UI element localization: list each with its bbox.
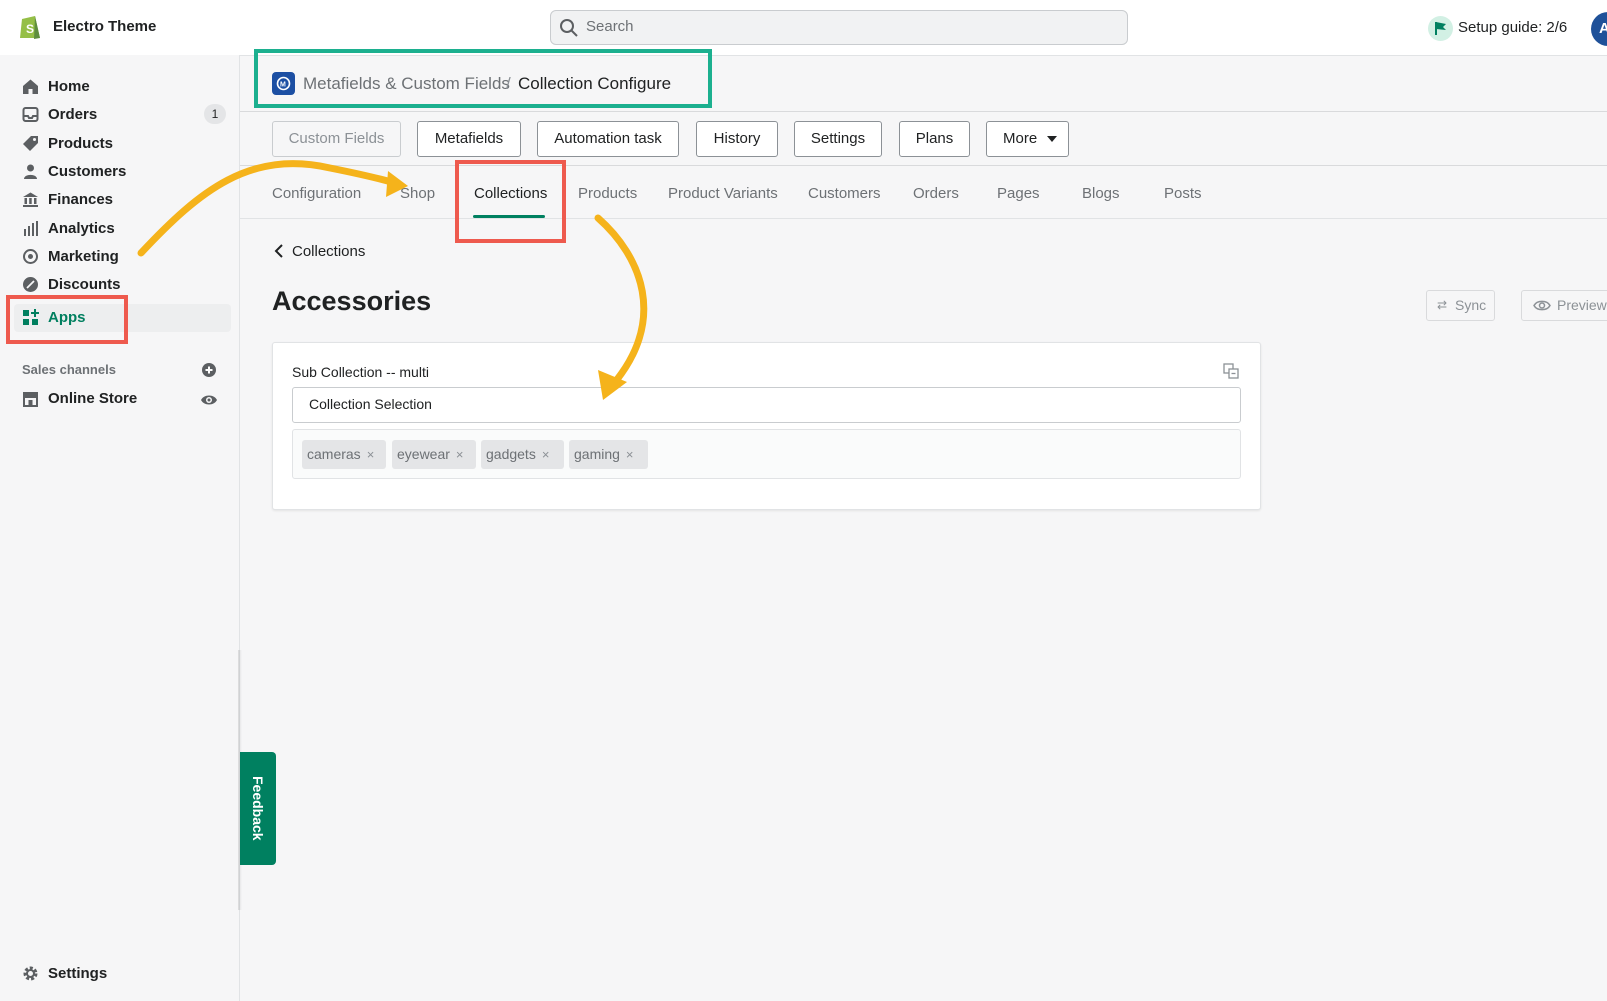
tag-remove-icon[interactable]: ×: [626, 447, 634, 462]
sync-label: Sync: [1455, 297, 1487, 313]
back-link[interactable]: Collections: [292, 243, 365, 260]
tag-chip: gadgets ×: [481, 440, 564, 469]
store-name[interactable]: Electro Theme: [53, 18, 156, 35]
preview-label: Preview: [1557, 297, 1607, 313]
sidebar-item-finances[interactable]: Finances: [48, 191, 113, 208]
search-placeholder: Search: [586, 18, 634, 35]
page-title: Accessories: [272, 286, 432, 316]
apps-highlight-box: [6, 295, 128, 344]
sidebar-item-products[interactable]: Products: [48, 135, 113, 152]
tag-icon: [22, 135, 39, 152]
search-icon: [559, 18, 579, 38]
collection-selection-input[interactable]: [292, 387, 1241, 423]
orders-count-badge: 1: [204, 104, 226, 124]
tag-chip: eyewear ×: [392, 440, 476, 469]
custom-fields-button[interactable]: Custom Fields: [272, 121, 401, 157]
tab-configuration[interactable]: Configuration: [272, 185, 361, 202]
settings-button[interactable]: Settings: [794, 121, 882, 157]
eye-icon: [1533, 299, 1551, 312]
sidebar-item-customers[interactable]: Customers: [48, 163, 126, 180]
divider: [240, 165, 1607, 166]
chevron-left-icon[interactable]: [273, 243, 287, 259]
tag-chip: cameras ×: [302, 440, 386, 469]
discount-icon: [22, 276, 39, 293]
sync-button[interactable]: ⇄ Sync: [1426, 290, 1495, 321]
home-icon: [22, 78, 39, 95]
tab-customers[interactable]: Customers: [808, 185, 881, 202]
tag-remove-icon[interactable]: ×: [367, 447, 375, 462]
store-icon: [22, 390, 39, 407]
svg-text:S: S: [26, 22, 34, 36]
eye-icon[interactable]: [200, 393, 218, 407]
sidebar-item-orders[interactable]: Orders: [48, 106, 97, 123]
more-button-label: More: [1003, 130, 1038, 147]
bar-chart-icon: [22, 220, 39, 237]
feedback-label[interactable]: Feedback: [240, 752, 276, 865]
tag-remove-icon[interactable]: ×: [456, 447, 464, 462]
copy-icon[interactable]: [1223, 363, 1239, 379]
preview-button[interactable]: Preview: [1521, 290, 1607, 321]
tab-product-variants[interactable]: Product Variants: [668, 185, 778, 202]
bank-icon: [22, 191, 39, 208]
tag-label: cameras: [307, 446, 361, 462]
sidebar-item-marketing[interactable]: Marketing: [48, 248, 119, 265]
tag-chip: gaming ×: [569, 440, 648, 469]
automation-task-button[interactable]: Automation task: [537, 121, 679, 157]
tab-pages[interactable]: Pages: [997, 185, 1040, 202]
sidebar-item-analytics[interactable]: Analytics: [48, 220, 115, 237]
tab-posts[interactable]: Posts: [1164, 185, 1202, 202]
plans-button[interactable]: Plans: [899, 121, 970, 157]
more-button[interactable]: More: [986, 121, 1069, 157]
tag-label: gadgets: [486, 446, 536, 462]
tab-shop[interactable]: Shop: [400, 185, 435, 202]
field-label: Sub Collection -- multi: [292, 364, 429, 380]
sidebar-item-online-store[interactable]: Online Store: [48, 390, 137, 407]
search-input[interactable]: [550, 10, 1128, 45]
avatar-initial: A: [1599, 20, 1607, 37]
divider: [240, 218, 1607, 219]
tab-blogs[interactable]: Blogs: [1082, 185, 1120, 202]
history-button[interactable]: History: [696, 121, 778, 157]
sync-icon: ⇄: [1437, 298, 1448, 312]
flag-icon[interactable]: [1428, 16, 1453, 41]
settings-gear-icon: [22, 965, 39, 982]
tag-label: gaming: [574, 446, 620, 462]
title-highlight-box: [254, 49, 712, 108]
tab-products[interactable]: Products: [578, 185, 637, 202]
orders-icon: [22, 106, 39, 123]
sidebar-item-settings[interactable]: Settings: [48, 965, 107, 982]
collection-selection-value: Collection Selection: [309, 396, 432, 412]
sales-channels-heading: Sales channels: [22, 362, 116, 377]
sidebar-item-home[interactable]: Home: [48, 78, 90, 95]
shopify-logo-icon[interactable]: S: [18, 12, 42, 40]
target-icon: [22, 248, 39, 265]
metafields-button[interactable]: Metafields: [417, 121, 521, 157]
tag-label: eyewear: [397, 446, 450, 462]
tab-orders[interactable]: Orders: [913, 185, 959, 202]
tag-remove-icon[interactable]: ×: [542, 447, 550, 462]
caret-down-icon: [1047, 136, 1057, 142]
add-channel-icon[interactable]: [201, 362, 217, 378]
setup-guide-button[interactable]: Setup guide: 2/6: [1458, 19, 1567, 36]
person-icon: [22, 163, 39, 180]
sidebar-item-discounts[interactable]: Discounts: [48, 276, 121, 293]
collections-highlight-box: [455, 160, 566, 243]
